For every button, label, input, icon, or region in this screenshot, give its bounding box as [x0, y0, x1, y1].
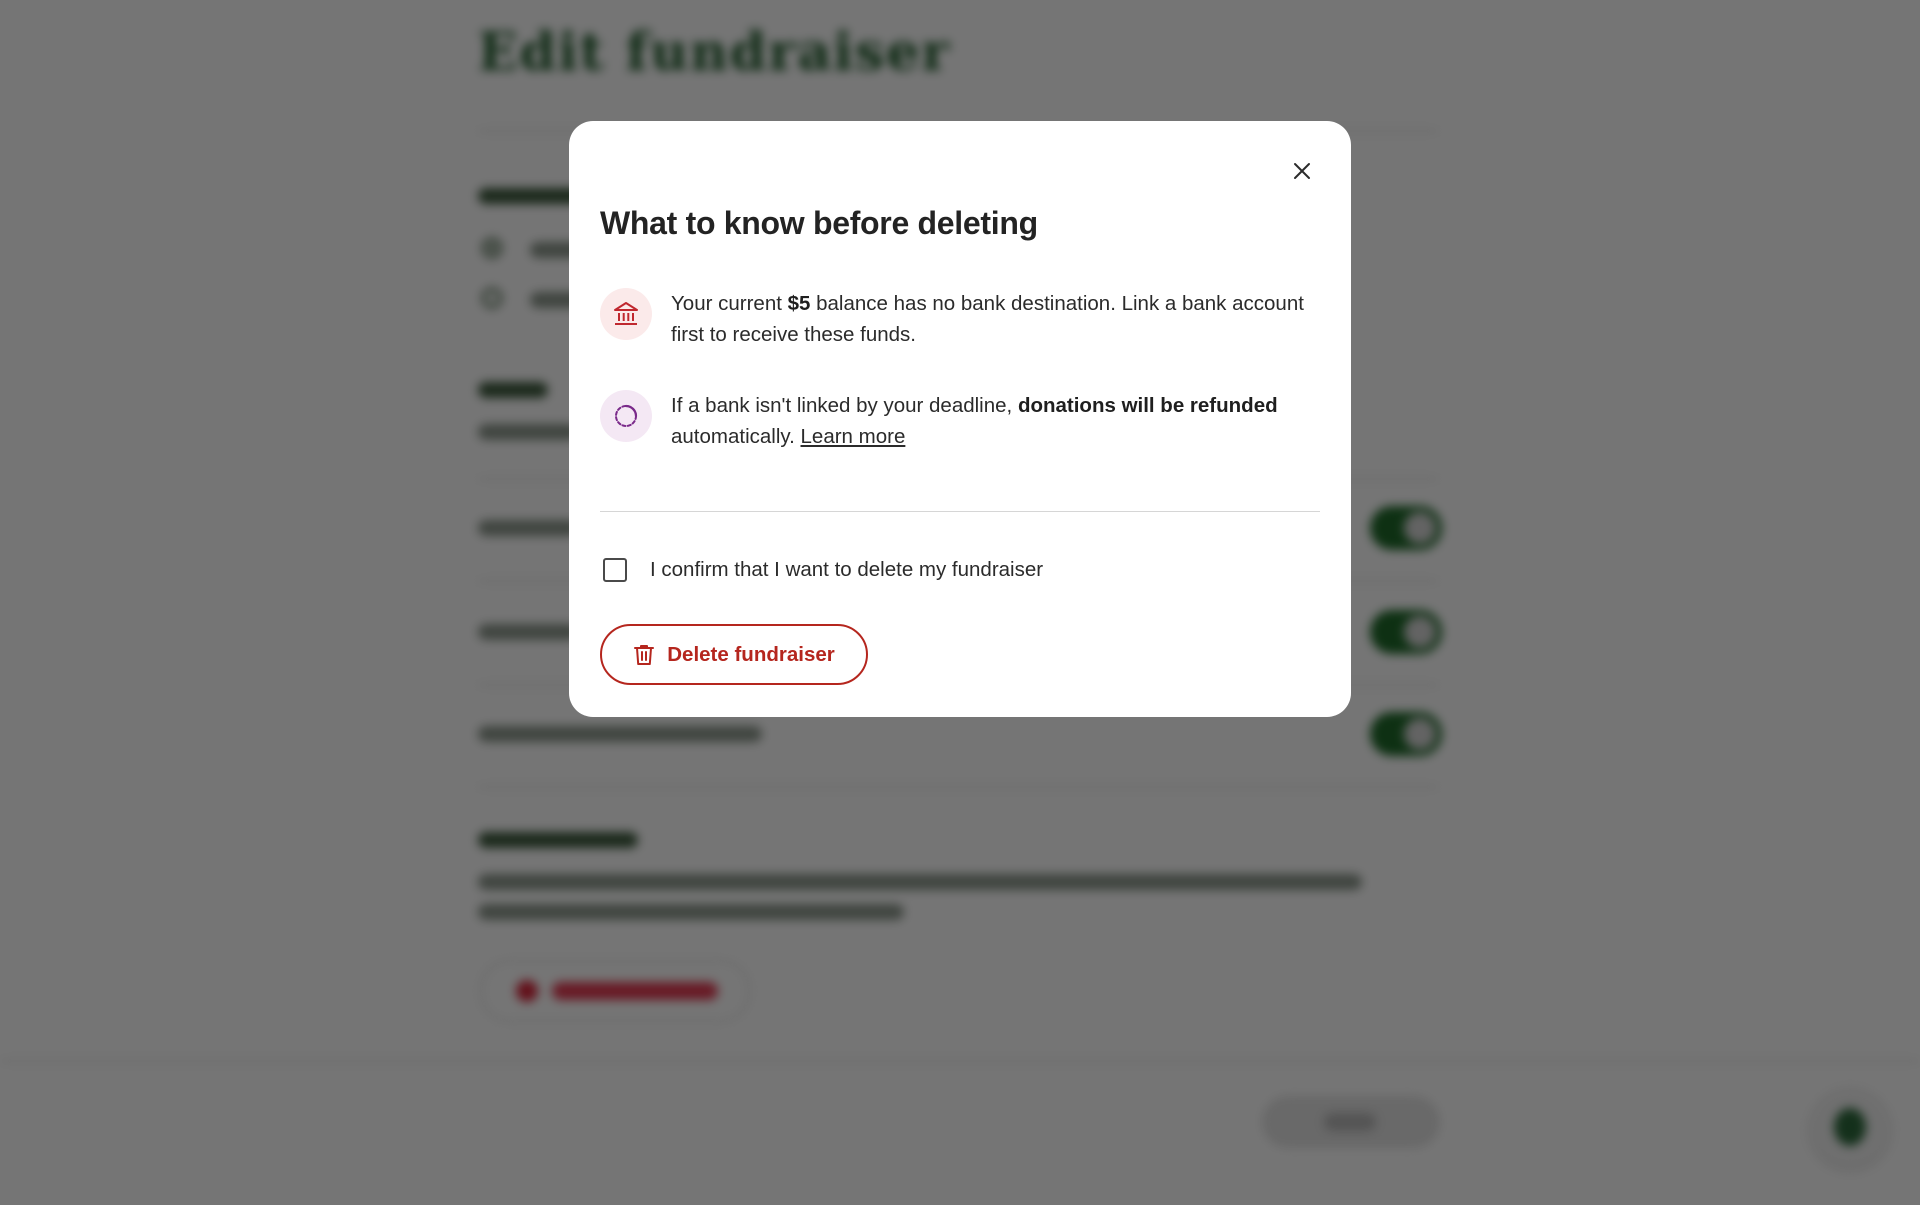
timer-icon-badge	[600, 390, 652, 442]
confirm-delete-row[interactable]: I confirm that I want to delete my fundr…	[600, 553, 1043, 587]
dialog-divider	[600, 511, 1320, 512]
trash-icon	[634, 644, 655, 665]
bank-icon	[614, 302, 638, 325]
bank-icon-badge	[600, 288, 652, 340]
close-icon	[1294, 163, 1310, 179]
refund-deadline-message: If a bank isn't linked by your deadline,…	[671, 394, 1278, 448]
loading-timer-icon	[615, 404, 638, 427]
confirm-delete-label: I confirm that I want to delete my fundr…	[650, 558, 1044, 581]
delete-fundraiser-dialog: What to know before deleting Your curren…	[569, 121, 1351, 717]
dialog-title: What to know before deleting	[600, 205, 1038, 241]
learn-more-link[interactable]: Learn more	[801, 425, 906, 448]
confirm-delete-checkbox[interactable]	[603, 558, 627, 582]
delete-fundraiser-label: Delete fundraiser	[667, 642, 835, 666]
close-button[interactable]	[1282, 151, 1322, 191]
bank-balance-message: Your current $5 balance has no bank dest…	[671, 292, 1304, 346]
delete-fundraiser-button[interactable]: Delete fundraiser	[600, 624, 868, 685]
